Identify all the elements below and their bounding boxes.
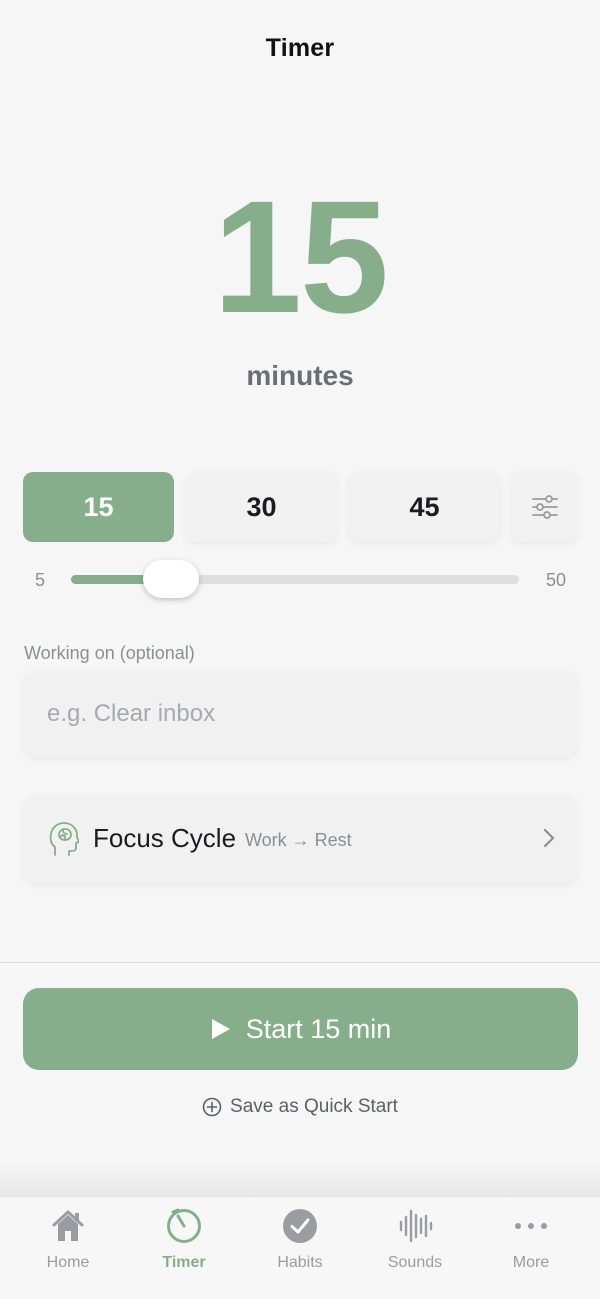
section-divider [0,962,600,963]
custom-duration-button[interactable] [511,472,578,542]
save-quick-start-label: Save as Quick Start [230,1096,398,1117]
timer-value: 15 [213,167,389,346]
tab-bar-shadow [0,1160,600,1196]
play-icon [211,1019,230,1039]
tab-sounds[interactable]: Sounds [355,1197,475,1299]
waveform-icon [399,1209,433,1243]
tab-label: Home [46,1254,90,1271]
slider-max-label: 50 [545,570,566,590]
timer-unit-label: minutes [246,360,354,391]
tab-label: More [512,1254,550,1271]
tab-bar: Home Timer Habits Sounds More [0,1196,600,1299]
tab-label: Habits [277,1254,323,1271]
focus-cycle-subtitle: Work → Rest [245,830,352,850]
ellipsis-icon [515,1223,547,1229]
working-on-label: Working on (optional) [24,643,195,663]
working-on-input[interactable] [23,671,578,757]
timer-icon [167,1208,201,1243]
tab-label: Sounds [387,1254,443,1271]
chevron-right-icon [543,828,555,848]
duration-slider: 5 50 [23,560,578,600]
start-timer-label: Start 15 min [245,1013,392,1044]
slider-track[interactable] [71,560,519,598]
preset-button-30[interactable]: 30 [186,472,337,542]
tab-habits[interactable]: Habits [240,1197,360,1299]
checkmark-circle-icon [283,1209,317,1243]
slider-thumb[interactable] [142,560,199,598]
home-icon [52,1210,84,1241]
tab-timer[interactable]: Timer [124,1197,244,1299]
save-quick-start-button[interactable]: Save as Quick Start [0,1096,600,1118]
tab-home[interactable]: Home [8,1197,128,1299]
timer-screen: Timer 15 minutes 15 30 45 5 50 Working o… [0,0,600,1299]
preset-button-15[interactable]: 15 [23,472,174,542]
plus-circle-icon [202,1097,222,1117]
page-title: Timer [265,34,335,62]
focus-cycle-title: Focus Cycle [93,823,237,853]
sliders-icon [531,495,558,519]
start-timer-button[interactable]: Start 15 min [23,988,578,1070]
preset-row: 15 30 45 [23,472,578,542]
tab-label: Timer [162,1254,206,1271]
tab-more[interactable]: More [471,1197,591,1299]
slider-min-label: 5 [35,570,46,590]
preset-button-45[interactable]: 45 [349,472,500,542]
brain-head-icon [49,822,79,856]
focus-cycle-row[interactable]: Focus Cycle Work → Rest [23,795,578,883]
